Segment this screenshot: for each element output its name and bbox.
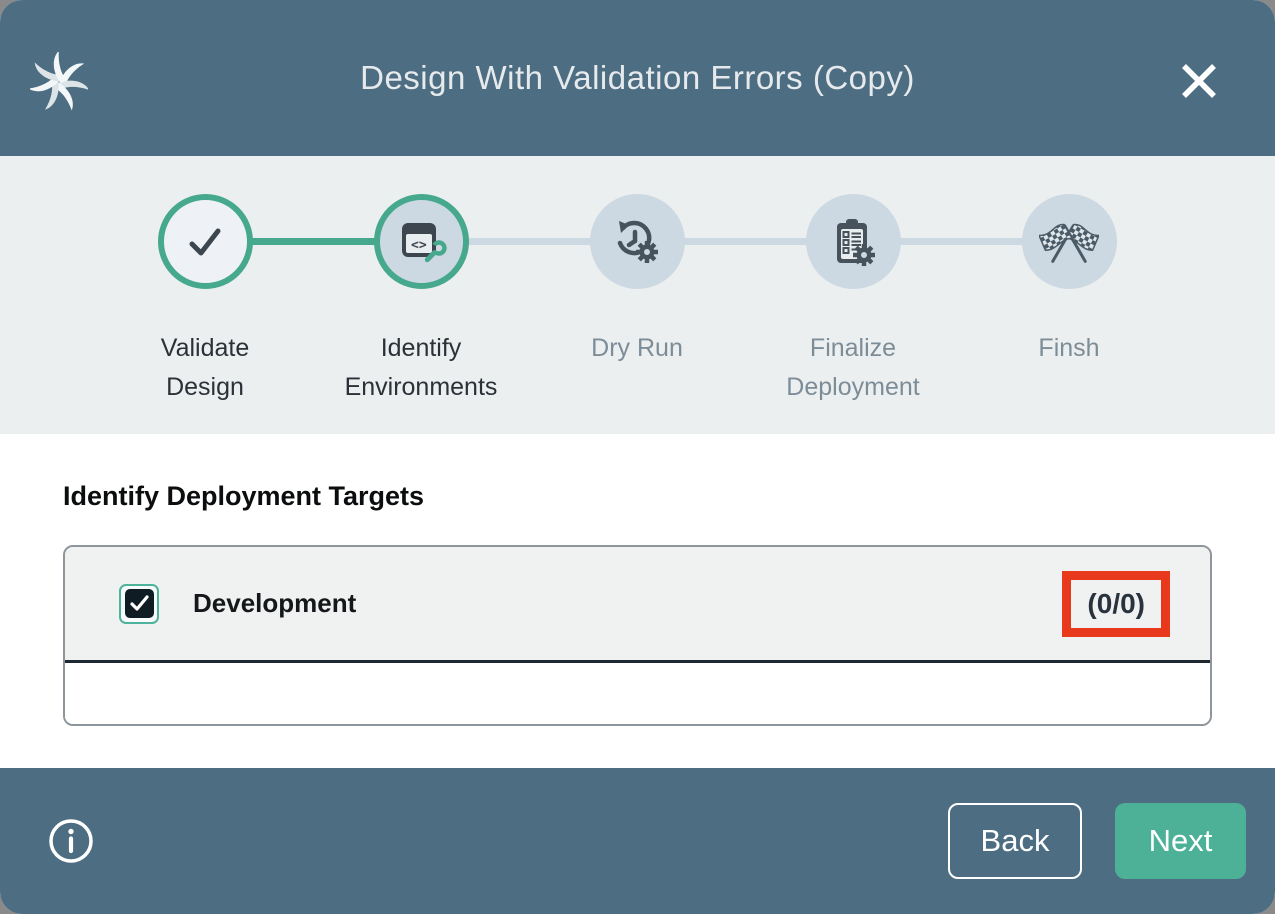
check-icon bbox=[182, 219, 228, 265]
pinwheel-logo-icon bbox=[30, 52, 88, 112]
step-label: Finsh bbox=[1038, 329, 1099, 368]
code-window-wrench-icon: <> bbox=[394, 215, 448, 269]
clipboard-gear-icon bbox=[827, 216, 879, 268]
finish-flags-icon bbox=[1039, 214, 1099, 270]
step-finalize-deployment: Finalize Deployment bbox=[745, 194, 961, 407]
step-label: Validate Design bbox=[119, 329, 291, 407]
close-icon[interactable] bbox=[1178, 60, 1220, 102]
stepper-connector bbox=[250, 238, 380, 245]
step-label: Dry Run bbox=[591, 329, 683, 368]
section-heading: Identify Deployment Targets bbox=[63, 481, 1212, 512]
step-circle-upcoming bbox=[806, 194, 901, 289]
back-button[interactable]: Back bbox=[948, 803, 1082, 879]
target-name: Development bbox=[193, 588, 356, 619]
step-circle-completed bbox=[158, 194, 253, 289]
modal-footer: Back Next bbox=[0, 768, 1275, 914]
checkbox-checkmark bbox=[125, 589, 154, 618]
deployment-wizard-modal: Design With Validation Errors (Copy) Val… bbox=[0, 0, 1275, 914]
stepper-connector bbox=[898, 238, 1028, 245]
step-label: Identify Environments bbox=[335, 329, 507, 407]
modal-title: Design With Validation Errors (Copy) bbox=[360, 59, 915, 97]
modal-header: Design With Validation Errors (Copy) bbox=[0, 0, 1275, 156]
stepper-connector bbox=[682, 238, 812, 245]
wizard-stepper: Validate Design <> Identify Environm bbox=[0, 156, 1275, 434]
info-icon[interactable] bbox=[47, 817, 95, 865]
step-label: Finalize Deployment bbox=[767, 329, 939, 407]
history-gear-icon bbox=[611, 216, 663, 268]
development-checkbox[interactable] bbox=[119, 584, 159, 624]
wizard-step-content: Identify Deployment Targets Development … bbox=[0, 434, 1275, 768]
step-circle-upcoming bbox=[590, 194, 685, 289]
step-dry-run: Dry Run bbox=[529, 194, 745, 407]
deployment-targets-list: Development (0/0) bbox=[63, 545, 1212, 726]
annotation-highlight-box: (0/0) bbox=[1062, 571, 1170, 637]
step-identify-environments: <> Identify Environments bbox=[313, 194, 529, 407]
svg-text:<>: <> bbox=[411, 238, 427, 253]
target-row-development: Development (0/0) bbox=[65, 547, 1210, 663]
stepper-connector bbox=[466, 238, 596, 245]
targets-list-empty-area bbox=[65, 663, 1210, 724]
step-validate-design: Validate Design bbox=[97, 194, 313, 407]
step-circle-upcoming bbox=[1022, 194, 1117, 289]
target-count-badge: (0/0) bbox=[1087, 590, 1145, 618]
step-circle-active: <> bbox=[374, 194, 469, 289]
next-button[interactable]: Next bbox=[1115, 803, 1246, 879]
step-finish: Finsh bbox=[961, 194, 1177, 407]
